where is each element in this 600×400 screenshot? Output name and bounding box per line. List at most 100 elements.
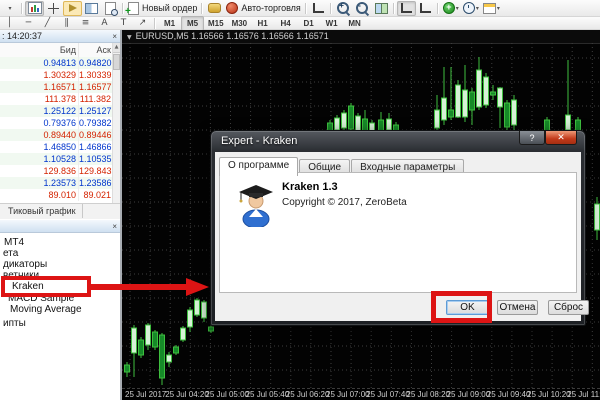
scrollbar-thumb[interactable] <box>113 54 120 70</box>
chart-symbol: EURUSD,M5 <box>136 31 189 41</box>
navigator-item-мт4[interactable]: МТ4 <box>4 237 24 248</box>
market-watch-row[interactable]: 89.01089.021 <box>0 189 113 201</box>
time-label: 25 Jul 05:00 <box>205 390 249 399</box>
navigator-item-дикаторы[interactable]: дикаторы <box>3 259 47 270</box>
time-label: 25 Jul 09:00 <box>447 390 491 399</box>
time-label: 25 Jul 04:20 <box>165 390 209 399</box>
drawing-tool-2[interactable]: ╱ <box>38 16 57 31</box>
bar-chart-button[interactable] <box>309 1 328 16</box>
drawing-tool-1[interactable]: ─ <box>19 16 38 31</box>
toolbar-menu-dropdown[interactable]: ▾ <box>0 1 19 16</box>
ask-column-header[interactable]: Аск <box>79 43 113 57</box>
market-watch-row[interactable]: 111.378111.382 <box>0 93 113 105</box>
reset-button[interactable]: Сброс <box>548 300 589 315</box>
templates-dropdown[interactable]: ▾ <box>481 1 502 16</box>
navigator-item-moving-average[interactable]: Moving Average <box>10 304 82 315</box>
chevron-down-icon: ▾ <box>456 5 459 12</box>
time-label: 25 Jul 08:20 <box>406 390 450 399</box>
drawing-tool-0[interactable]: │ <box>0 16 19 31</box>
dialog-footer: OKОтменаСброс <box>215 300 581 317</box>
market-watch-scrollbar[interactable]: ▲ <box>112 43 120 203</box>
drawing-tool-4[interactable]: ≡ <box>76 16 95 31</box>
separator <box>330 3 332 14</box>
zoom-in-button[interactable]: + <box>334 1 353 16</box>
indicators-dropdown[interactable]: ▾ <box>441 1 461 16</box>
chart-shift-button[interactable] <box>416 1 435 16</box>
separator <box>122 3 124 14</box>
auto-trading-button[interactable]: Авто-торговля <box>224 1 302 16</box>
market-watch-row[interactable]: 1.303291.30339 <box>0 69 113 81</box>
cursor-button[interactable] <box>63 1 82 16</box>
market-watch-row[interactable]: 1.105281.10535 <box>0 153 113 165</box>
close-icon[interactable]: × <box>112 220 117 233</box>
chart-title-bar[interactable]: ▼EURUSD,M5 1.16566 1.16576 1.16566 1.165… <box>122 30 600 44</box>
cursor-icon <box>69 4 77 12</box>
time-label: 25 Jul 06:20 <box>286 390 330 399</box>
navigator-header: × <box>0 220 120 233</box>
drawing-tool-3[interactable]: ∥ <box>57 16 76 31</box>
drawing-tool-5[interactable]: A <box>95 16 114 31</box>
standard-toolbar: ▾ Новый ордер Авто-торговля + - ▾ ▾ ▾ <box>0 0 600 17</box>
market-watch-row[interactable]: 1.251221.25127 <box>0 105 113 117</box>
market-watch-row[interactable]: 129.836129.843 <box>0 165 113 177</box>
market-watch-row[interactable]: 1.235731.23586 <box>0 177 113 189</box>
time-label: 25 Jul 2017 <box>125 390 166 399</box>
close-icon[interactable]: × <box>112 30 117 43</box>
tab-tick-chart[interactable]: Тиковый график <box>0 204 83 218</box>
drawing-tool-6[interactable]: T <box>114 16 133 31</box>
data-window-button[interactable] <box>101 1 120 16</box>
dialog-title: Expert - Kraken <box>221 135 297 147</box>
help-button[interactable]: ? <box>519 131 545 145</box>
navigator-item-ета[interactable]: ета <box>3 248 18 259</box>
market-watch-row[interactable]: 0.793760.79382 <box>0 117 113 129</box>
drawing-toolbar: │─╱∥≡AT↗ M1M5M15M30H1H4D1W1MN <box>0 17 600 30</box>
separator <box>393 3 395 14</box>
dialog-tab-0[interactable]: О программе <box>219 157 298 176</box>
bid-column-header[interactable]: Бид <box>0 43 79 57</box>
scroll-up-icon[interactable]: ▲ <box>113 43 120 53</box>
market-watch-row[interactable]: 1.165711.16577 <box>0 81 113 93</box>
separator <box>201 3 203 14</box>
time-label: 25 Jul 07:00 <box>326 390 370 399</box>
timeframe-w1[interactable]: W1 <box>320 16 343 31</box>
time-label: 25 Jul 05:40 <box>246 390 290 399</box>
cancel-button[interactable]: Отмена <box>497 300 538 315</box>
timeframe-h1[interactable]: H1 <box>251 16 274 31</box>
chart-menu-icon: ▼ <box>127 34 132 41</box>
auto-scroll-button[interactable] <box>397 1 416 16</box>
time-label: 25 Jul 09:40 <box>487 390 531 399</box>
graduate-avatar-icon <box>236 181 276 227</box>
market-watch-row[interactable]: 0.948130.94820 <box>0 57 113 69</box>
product-name: Kraken 1.3 <box>282 181 338 193</box>
chart-window-button[interactable] <box>82 1 101 16</box>
timeframe-d1[interactable]: D1 <box>297 16 320 31</box>
timeframe-m15[interactable]: M15 <box>204 16 228 31</box>
crosshair-button[interactable] <box>44 1 63 16</box>
new-chart-icon <box>28 2 42 14</box>
separator <box>154 18 156 29</box>
timeframe-m1[interactable]: M1 <box>158 16 181 31</box>
data-window-icon <box>105 2 116 15</box>
timeframe-mn[interactable]: MN <box>343 16 366 31</box>
time-label: 25 Jul 11:00 <box>567 390 600 399</box>
periods-dropdown[interactable]: ▾ <box>461 1 481 16</box>
metaeditor-button[interactable] <box>205 1 224 16</box>
clock-icon <box>463 2 475 14</box>
chart-window-icon <box>85 3 98 14</box>
new-chart-button[interactable] <box>25 1 44 16</box>
time-axis: 25 Jul 201725 Jul 04:2025 Jul 05:0025 Ju… <box>122 388 600 400</box>
timeframe-m30[interactable]: M30 <box>228 16 252 31</box>
close-button[interactable]: ✕ <box>545 131 577 145</box>
new-order-icon <box>128 2 139 15</box>
timeframe-m5[interactable]: M5 <box>181 16 204 31</box>
tile-windows-button[interactable] <box>372 1 391 16</box>
auto-trading-icon <box>226 2 238 14</box>
chevron-down-icon: ▾ <box>476 5 479 12</box>
market-watch-row[interactable]: 0.894400.89446 <box>0 129 113 141</box>
drawing-tool-7[interactable]: ↗ <box>133 16 152 31</box>
new-order-button[interactable]: Новый ордер <box>126 1 199 16</box>
navigator-item-ипты[interactable]: ипты <box>3 318 26 329</box>
market-watch-row[interactable]: 1.468501.46866 <box>0 141 113 153</box>
zoom-out-button[interactable]: - <box>353 1 372 16</box>
timeframe-h4[interactable]: H4 <box>274 16 297 31</box>
